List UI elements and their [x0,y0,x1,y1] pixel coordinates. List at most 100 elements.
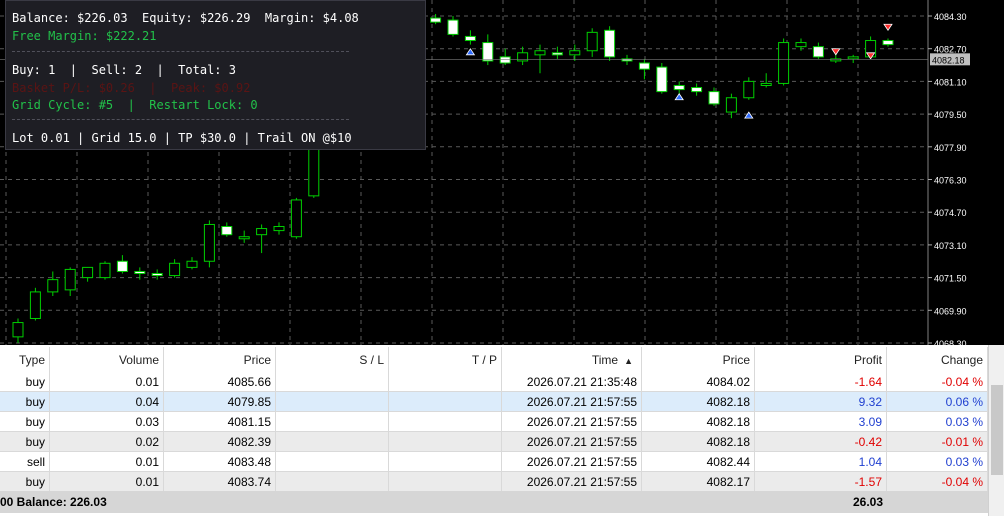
free-margin-line: Free Margin: $222.21 [12,29,157,43]
header-current-price[interactable]: Price [642,347,755,372]
table-row[interactable]: buy 0.03 4081.15 2026.07.21 21:57:55 4082.18… [0,412,988,432]
candle-body-bull [517,52,529,62]
settings-line: Lot 0.01 | Grid 15.0 | TP $30.0 | Trail … [12,131,352,145]
header-type[interactable]: Type [0,347,50,372]
candle-body-bear [812,46,824,58]
balance-line: Balance: $226.03 Equity: $226.29 Margin:… [12,11,359,25]
table-row[interactable]: buy 0.04 4079.85 2026.07.21 21:57:55 4082.18… [0,392,988,412]
cell-tp [389,412,502,431]
candle-body-bear [430,17,442,23]
cell-time: 2026.07.21 21:35:48 [502,372,642,391]
table-row[interactable]: buy 0.01 4083.74 2026.07.21 21:57:55 4082.17… [0,472,988,492]
candle-body-bull [12,322,24,338]
candlestick [499,48,511,66]
header-tp[interactable]: T / P [389,347,502,372]
cell-price: 4082.39 [164,432,276,451]
cell-profit: -1.64 [755,372,887,391]
cell-volume: 0.01 [50,472,164,491]
candlestick [586,28,598,57]
table-row[interactable]: buy 0.02 4082.39 2026.07.21 21:57:55 4082.18… [0,432,988,452]
cell-time: 2026.07.21 21:57:55 [502,452,642,471]
candle-body-bull [569,50,581,56]
cell-time: 2026.07.21 21:57:55 [502,472,642,491]
cell-type: buy [0,392,50,411]
candle-body-bull [64,268,76,291]
table-header: Type Volume Price S / L T / P Time ▲ Pric… [0,347,988,373]
table-row[interactable]: sell 0.01 4083.48 2026.07.21 21:57:55 4082.4… [0,452,988,472]
candle-body-bull [203,223,215,262]
cell-cur-price: 4082.18 [642,392,755,411]
cell-volume: 0.04 [50,392,164,411]
price-chart[interactable]: 4084.30 4082.70 4081.10 4079.50 4077.90 4076.… [0,0,1004,345]
candlestick [882,38,894,47]
table-scrollbar[interactable] [988,345,1004,516]
buy-arrow-icon [744,111,754,119]
header-volume[interactable]: Volume [50,347,164,372]
table-row[interactable]: buy 0.01 4085.66 2026.07.21 21:35:48 4084.02… [0,372,988,392]
candle-body-bull [743,80,755,99]
candlestick [256,224,268,254]
candle-body-bear [691,87,703,93]
candlestick [725,93,737,119]
candle-body-bear [638,62,650,70]
cell-cur-price: 4082.44 [642,452,755,471]
candlestick [621,54,633,66]
candlestick [151,269,163,280]
candle-body-bull [273,226,285,232]
candlestick [760,73,772,88]
scrollbar-thumb[interactable] [991,385,1003,475]
candlestick [638,58,650,80]
candlestick [82,266,94,282]
price-axis-label: 4077.90 [934,143,967,153]
header-price[interactable]: Price [164,347,276,372]
candlestick [691,83,703,96]
candle-body-bull [795,42,807,48]
candlestick [795,38,807,51]
grid-cycle-line: Grid Cycle: #5 | Restart Lock: 0 [12,98,258,112]
candle-body-bull [186,260,198,268]
header-sl[interactable]: S / L [276,347,389,372]
candle-body-bear [499,56,511,64]
price-axis-label: 4084.30 [934,12,967,22]
cell-cur-price: 4082.17 [642,472,755,491]
candle-body-bull [82,266,94,279]
cell-cur-price: 4082.18 [642,412,755,431]
header-time[interactable]: Time ▲ [502,347,642,372]
candle-body-bull [99,262,111,279]
sort-ascending-icon: ▲ [624,356,633,366]
panel-separator [12,119,349,120]
cell-cur-price: 4082.18 [642,432,755,451]
cell-price: 4085.66 [164,372,276,391]
cell-volume: 0.01 [50,452,164,471]
price-axis-label: 4082.70 [934,45,967,55]
cell-price: 4083.48 [164,452,276,471]
candlestick [812,42,824,59]
cell-change: -0.04 % [887,372,988,391]
candlestick [604,26,616,61]
footer-balance: 00 Balance: 226.03 [0,495,107,509]
cell-sl [276,452,389,471]
cell-change: 0.03 % [887,452,988,471]
cell-type: buy [0,412,50,431]
price-axis-label: 4081.10 [934,77,967,87]
ea-info-panel: Balance: $226.03 Equity: $226.29 Margin:… [5,0,426,150]
candle-body-bear [551,52,563,56]
candle-body-bear [656,66,668,93]
cell-change: 0.03 % [887,412,988,431]
trade-positions-table: Type Volume Price S / L T / P Time ▲ Pric… [0,345,1004,516]
basket-pl-line: Basket P/L: $0.26 | Peak: $0.92 [12,81,251,95]
cell-change: -0.04 % [887,472,988,491]
price-axis-label: 4071.50 [934,274,967,284]
cell-volume: 0.03 [50,412,164,431]
cell-price: 4079.85 [164,392,276,411]
cell-tp [389,432,502,451]
candlestick [482,34,494,66]
cell-cur-price: 4084.02 [642,372,755,391]
candlestick [517,46,529,66]
candle-body-bear [221,226,233,236]
header-change[interactable]: Change [887,347,988,372]
cell-sl [276,432,389,451]
header-time-label: Time [591,353,619,367]
header-profit[interactable]: Profit [755,347,887,372]
candlestick [778,38,790,86]
